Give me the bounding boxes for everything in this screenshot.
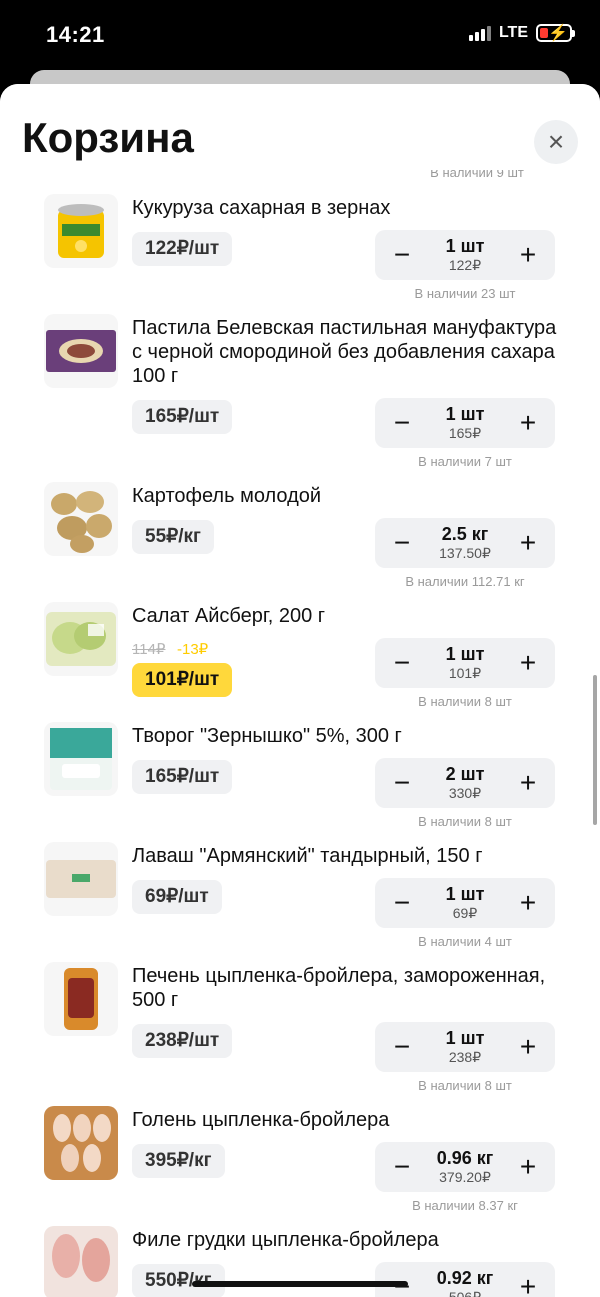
increase-button[interactable]: + — [503, 758, 553, 808]
item-quantity: 1 шт — [445, 1028, 485, 1048]
item-sum: 122₽ — [448, 257, 482, 273]
item-sum: 379.20₽ — [439, 1169, 491, 1185]
quantity-stepper: − 0.96 кг 379.20₽ + — [375, 1142, 555, 1192]
item-sum: 506₽ — [448, 1289, 482, 1297]
item-name: Филе грудки цыпленка-бройлера — [132, 1229, 439, 1251]
item-price: 101₽/шт — [132, 663, 233, 697]
item-price: 69₽/шт — [132, 880, 222, 914]
item-price: 165₽/шт — [132, 760, 233, 794]
decrease-button[interactable]: − — [377, 1022, 427, 1072]
stock-text: В наличии 112.71 кг — [405, 574, 525, 589]
cottage-cheese-icon — [44, 722, 118, 796]
pastila-box-icon — [44, 314, 118, 388]
stock-text: В наличии 8 шт — [418, 694, 512, 709]
battery-icon: ⚡ — [536, 24, 575, 42]
decrease-button[interactable]: − — [377, 758, 427, 808]
item-price: 165₽/шт — [132, 400, 233, 434]
increase-button[interactable]: + — [503, 398, 553, 448]
item-quantity: 1 шт — [445, 884, 485, 904]
signal-icon — [468, 25, 491, 41]
quantity-stepper: − 0.92 кг 506₽ + — [375, 1262, 555, 1297]
item-price: 122₽/шт — [132, 232, 233, 266]
corn-can-icon — [44, 194, 118, 268]
item-quantity: 1 шт — [445, 644, 485, 664]
page-title: Корзина — [22, 114, 194, 161]
item-name: Печень цыпленка-бройлера, замороженная, … — [132, 965, 546, 1011]
increase-button[interactable]: + — [503, 518, 553, 568]
chicken-drumstick-icon — [44, 1106, 118, 1180]
close-button[interactable]: × — [534, 120, 578, 164]
stock-text: В наличии 8 шт — [418, 1078, 512, 1093]
quantity-stepper: − 1 шт 101₽ + — [375, 638, 555, 688]
quantity-stepper: − 1 шт 69₽ + — [375, 878, 555, 928]
stock-text: В наличии 8.37 кг — [412, 1198, 518, 1213]
item-quantity: 2 шт — [445, 764, 485, 784]
item-name: Картофель молодой — [132, 485, 322, 507]
increase-button[interactable]: + — [503, 1142, 553, 1192]
item-sum: 330₽ — [448, 785, 482, 801]
quantity-stepper: − 1 шт 165₽ + — [375, 398, 555, 448]
item-name: Голень цыпленка-бройлера — [132, 1109, 390, 1131]
item-sum: 238₽ — [448, 1049, 482, 1065]
quantity-stepper: − 1 шт 238₽ + — [375, 1022, 555, 1072]
scrollbar[interactable] — [593, 675, 597, 825]
increase-button[interactable]: + — [503, 230, 553, 280]
decrease-button[interactable]: − — [377, 398, 427, 448]
item-sum: 69₽ — [452, 905, 478, 921]
stock-text: В наличии 23 шт — [414, 286, 516, 301]
status-icons: LTE ⚡ — [468, 24, 575, 42]
potato-icon — [44, 482, 118, 556]
decrease-button[interactable]: − — [377, 1262, 427, 1297]
stock-text: В наличии 7 шт — [418, 454, 512, 469]
item-quantity: 1 шт — [445, 236, 485, 256]
increase-button[interactable]: + — [503, 1262, 553, 1297]
item-name: Кукуруза сахарная в зернах — [132, 197, 391, 219]
discount-badge: -13₽ — [177, 641, 209, 658]
quantity-stepper: − 2.5 кг 137.50₽ + — [375, 518, 555, 568]
item-name: Творог "Зернышко" 5%, 300 г — [132, 725, 402, 747]
item-quantity: 0.92 кг — [436, 1268, 494, 1288]
quantity-stepper: − 2 шт 330₽ + — [375, 758, 555, 808]
decrease-button[interactable]: − — [377, 518, 427, 568]
stock-text: В наличии 8 шт — [418, 814, 512, 829]
item-price: 395₽/кг — [132, 1144, 225, 1178]
stock-text: В наличии 4 шт — [418, 934, 512, 949]
quantity-stepper: − 1 шт 122₽ + — [375, 230, 555, 280]
status-bar: 14:21 LTE ⚡ — [0, 0, 600, 70]
old-price: 114₽ — [132, 641, 166, 658]
increase-button[interactable]: + — [503, 878, 553, 928]
item-price: 238₽/шт — [132, 1024, 233, 1058]
lettuce-icon — [44, 602, 118, 676]
item-quantity: 2.5 кг — [441, 524, 489, 544]
increase-button[interactable]: + — [503, 638, 553, 688]
cart-sheet: Корзина × В наличии 9 шт Кукуруза сахарн… — [0, 84, 600, 1297]
item-name: Лаваш "Армянский" тандырный, 150 г — [132, 845, 483, 867]
increase-button[interactable]: + — [503, 1022, 553, 1072]
item-name: Салат Айсберг, 200 г — [132, 605, 326, 627]
item-quantity: 1 шт — [445, 404, 485, 424]
item-sum: 101₽ — [448, 665, 482, 681]
status-time: 14:21 — [46, 22, 105, 47]
item-name: Пастила Белевская пастильная мануфактура… — [132, 317, 557, 387]
decrease-button[interactable]: − — [377, 878, 427, 928]
lavash-icon — [44, 842, 118, 916]
home-indicator[interactable] — [192, 1281, 408, 1287]
item-sum: 165₽ — [448, 425, 482, 441]
decrease-button[interactable]: − — [377, 638, 427, 688]
network-label: LTE — [498, 24, 528, 41]
chicken-breast-icon — [44, 1226, 118, 1297]
sheet-header: Корзина × — [0, 84, 600, 170]
close-icon: × — [547, 126, 565, 157]
item-quantity: 0.96 кг — [436, 1148, 494, 1168]
decrease-button[interactable]: − — [377, 230, 427, 280]
decrease-button[interactable]: − — [377, 1142, 427, 1192]
chicken-liver-icon — [44, 962, 118, 1036]
item-price: 55₽/кг — [132, 520, 214, 554]
item-sum: 137.50₽ — [439, 545, 491, 561]
